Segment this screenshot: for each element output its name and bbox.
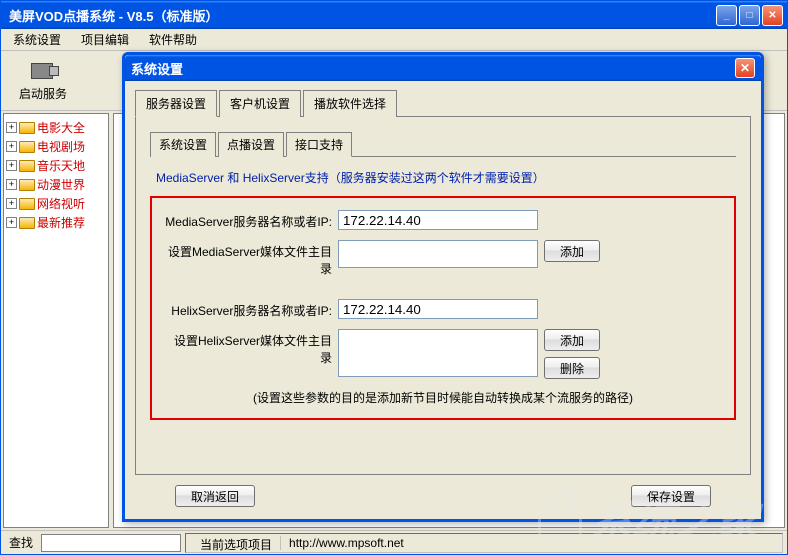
expand-icon[interactable]: + <box>6 179 17 190</box>
highlighted-section: MediaServer服务器名称或者IP: 设置MediaServer媒体文件主… <box>150 196 736 420</box>
main-titlebar: 美屏VOD点播系统 - V8.5（标准版） _ □ ✕ <box>1 1 787 29</box>
settings-dialog: 系统设置 ✕ 服务器设置 客户机设置 播放软件选择 系统设置 点播设置 接口支持… <box>122 52 764 522</box>
tree-label: 最新推荐 <box>37 214 85 231</box>
expand-icon[interactable]: + <box>6 198 17 209</box>
tree-item-network[interactable]: + 网络视听 <box>6 194 106 213</box>
tree-label: 电影大全 <box>37 119 85 136</box>
tab-server-settings[interactable]: 服务器设置 <box>135 90 217 117</box>
main-tab-row: 服务器设置 客户机设置 播放软件选择 <box>135 89 751 117</box>
helixserver-delete-button[interactable]: 删除 <box>544 357 600 379</box>
dialog-close-button[interactable]: ✕ <box>735 58 755 78</box>
folder-icon <box>19 122 35 134</box>
menubar: 系统设置 项目编辑 软件帮助 <box>1 29 787 51</box>
status-current-item: 当前选项项目 <box>192 536 281 550</box>
category-tree: + 电影大全 + 电视剧场 + 音乐天地 + 动漫世界 + <box>3 113 109 528</box>
camera-icon <box>27 59 59 83</box>
helixserver-dir-row: 设置HelixServer媒体文件主目录 添加 删除 <box>162 329 724 379</box>
dialog-footer: 取消返回 保存设置 <box>135 475 751 511</box>
statusbar: 当前选项项目 http://www.mpsoft.net <box>185 533 783 553</box>
folder-icon <box>19 217 35 229</box>
subtab-interface-support[interactable]: 接口支持 <box>286 132 352 157</box>
folder-icon <box>19 141 35 153</box>
tree-item-recommend[interactable]: + 最新推荐 <box>6 213 106 232</box>
close-button[interactable]: ✕ <box>762 5 783 26</box>
window-title: 美屏VOD点播系统 - V8.5（标准版） <box>5 6 716 25</box>
tree-item-music[interactable]: + 音乐天地 <box>6 156 106 175</box>
expand-icon[interactable]: + <box>6 122 17 133</box>
helixserver-ip-input[interactable] <box>338 299 538 319</box>
dialog-body: 服务器设置 客户机设置 播放软件选择 系统设置 点播设置 接口支持 MediaS… <box>125 81 761 519</box>
tab-content: 系统设置 点播设置 接口支持 MediaServer 和 HelixServer… <box>135 117 751 475</box>
start-service-label: 启动服务 <box>19 85 67 102</box>
mediaserver-dir-input[interactable] <box>338 240 538 268</box>
window-controls: _ □ ✕ <box>716 5 783 26</box>
note-text: (设置这些参数的目的是添加新节目时候能自动转换成某个流服务的路径) <box>162 389 724 406</box>
tree-item-anime[interactable]: + 动漫世界 <box>6 175 106 194</box>
helixserver-dir-label: 设置HelixServer媒体文件主目录 <box>162 329 332 366</box>
menu-project-edit[interactable]: 项目编辑 <box>75 29 135 50</box>
tree-item-tv[interactable]: + 电视剧场 <box>6 137 106 156</box>
save-button[interactable]: 保存设置 <box>631 485 711 507</box>
folder-icon <box>19 179 35 191</box>
maximize-button[interactable]: □ <box>739 5 760 26</box>
mediaserver-ip-label: MediaServer服务器名称或者IP: <box>162 210 332 230</box>
dialog-titlebar[interactable]: 系统设置 ✕ <box>125 55 761 81</box>
start-service-button[interactable]: 启动服务 <box>11 55 75 106</box>
mediaserver-dir-row: 设置MediaServer媒体文件主目录 添加 <box>162 240 724 277</box>
helixserver-ip-label: HelixServer服务器名称或者IP: <box>162 299 332 319</box>
mediaserver-ip-row: MediaServer服务器名称或者IP: <box>162 210 724 230</box>
expand-icon[interactable]: + <box>6 160 17 171</box>
mediaserver-add-button[interactable]: 添加 <box>544 240 600 262</box>
subtab-vod-settings[interactable]: 点播设置 <box>218 132 284 157</box>
tree-item-movies[interactable]: + 电影大全 <box>6 118 106 137</box>
search-label: 查找 <box>5 534 37 551</box>
subtab-system-settings[interactable]: 系统设置 <box>150 132 216 157</box>
tree-label: 电视剧场 <box>37 138 85 155</box>
cancel-button[interactable]: 取消返回 <box>175 485 255 507</box>
section-title: MediaServer 和 HelixServer支持（服务器安装过这两个软件才… <box>150 169 736 186</box>
folder-icon <box>19 198 35 210</box>
dialog-title: 系统设置 <box>131 59 735 78</box>
footer: 查找 当前选项项目 http://www.mpsoft.net <box>1 530 787 554</box>
menu-software-help[interactable]: 软件帮助 <box>143 29 203 50</box>
helixserver-add-button[interactable]: 添加 <box>544 329 600 351</box>
expand-icon[interactable]: + <box>6 217 17 228</box>
menu-system-settings[interactable]: 系统设置 <box>7 29 67 50</box>
search-input[interactable] <box>41 534 181 552</box>
mediaserver-ip-input[interactable] <box>338 210 538 230</box>
sub-tab-row: 系统设置 点播设置 接口支持 <box>150 131 736 157</box>
mediaserver-dir-label: 设置MediaServer媒体文件主目录 <box>162 240 332 277</box>
tree-label: 网络视听 <box>37 195 85 212</box>
status-url: http://www.mpsoft.net <box>281 536 776 550</box>
tree-label: 音乐天地 <box>37 157 85 174</box>
tree-label: 动漫世界 <box>37 176 85 193</box>
expand-icon[interactable]: + <box>6 141 17 152</box>
folder-icon <box>19 160 35 172</box>
tab-player-select[interactable]: 播放软件选择 <box>303 90 397 117</box>
tab-client-settings[interactable]: 客户机设置 <box>219 90 301 117</box>
helixserver-ip-row: HelixServer服务器名称或者IP: <box>162 299 724 319</box>
minimize-button[interactable]: _ <box>716 5 737 26</box>
helixserver-dir-input[interactable] <box>338 329 538 377</box>
